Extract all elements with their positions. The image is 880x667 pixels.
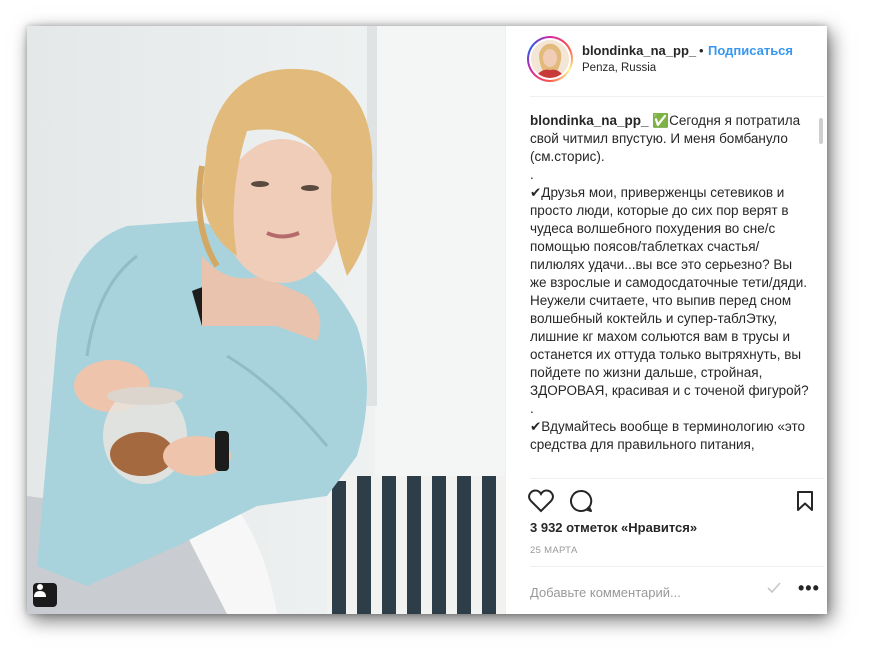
username-link[interactable]: blondinka_na_pp_: [582, 43, 696, 58]
post-date[interactable]: 25 МАРТА: [530, 545, 578, 556]
caption-username[interactable]: blondinka_na_pp_: [530, 113, 649, 128]
post-sidebar: blondinka_na_pp_ • Подписаться Penza, Ru…: [505, 26, 828, 614]
user-tag-button[interactable]: [33, 583, 57, 607]
save-button[interactable]: [790, 486, 820, 516]
comment-divider: [530, 566, 824, 567]
separator-dot: •: [699, 43, 704, 58]
post-header: blondinka_na_pp_ • Подписаться Penza, Ru…: [506, 26, 828, 96]
post-actions: [526, 486, 820, 516]
like-button[interactable]: [526, 486, 556, 516]
avatar-image: [531, 40, 569, 78]
post-caption: blondinka_na_pp_ ✅Сегодня я потратила св…: [530, 112, 810, 476]
location-link[interactable]: Penza, Russia: [582, 62, 656, 74]
instagram-post-card: blondinka_na_pp_ • Подписаться Penza, Ru…: [27, 26, 827, 614]
send-icon: [767, 582, 781, 594]
striped-pillow: [327, 476, 505, 614]
actions-divider: [530, 478, 824, 479]
post-comment-button[interactable]: [766, 579, 782, 600]
likes-count[interactable]: 3 932 отметок «Нравится»: [530, 520, 697, 535]
comment-button[interactable]: [566, 486, 596, 516]
post-photo[interactable]: [27, 26, 505, 614]
bookmark-icon: [797, 491, 813, 511]
avatar[interactable]: [527, 36, 573, 82]
caption-scrollbar[interactable]: [819, 118, 823, 144]
more-options-button[interactable]: •••: [798, 578, 820, 599]
header-divider: [530, 96, 824, 97]
post-photo-illustration: [27, 26, 505, 614]
caption-text: ✅Сегодня я потратила свой читмил впустую…: [530, 113, 809, 452]
comment-input[interactable]: Добавьте комментарий...: [530, 585, 681, 600]
comment-icon: [570, 489, 593, 512]
avatar-illustration: [531, 40, 569, 78]
follow-button[interactable]: Подписаться: [708, 43, 793, 58]
user-tag-icon: [34, 584, 46, 597]
heart-icon: [528, 489, 554, 513]
